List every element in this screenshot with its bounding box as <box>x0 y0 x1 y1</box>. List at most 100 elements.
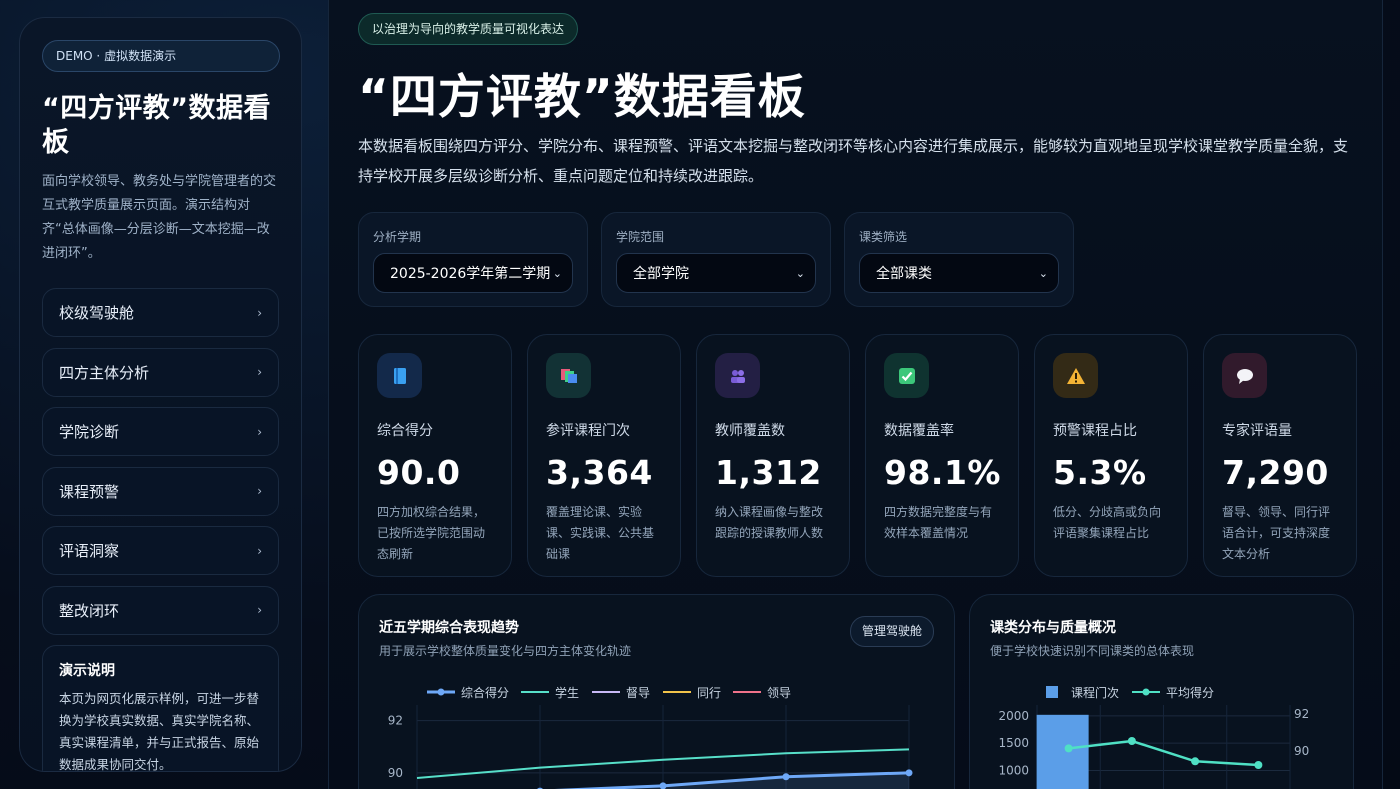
trend-chart-subtitle: 用于展示学校整体质量变化与四方主体变化轨迹 <box>379 644 632 658</box>
select-value: 2025-2026学年第二学期 <box>390 266 551 282</box>
kpi-value: 98.1% <box>884 453 1001 492</box>
chevron-down-icon: ⌄ <box>795 266 805 280</box>
college-select[interactable]: 全部学院 ⌄ <box>616 253 816 293</box>
sidebar-title: “四方评教”数据看板 <box>42 93 271 158</box>
book-icon <box>393 367 406 384</box>
y-left-tick-label: 2000 <box>998 709 1029 723</box>
legend-label: 平均得分 <box>1166 685 1214 700</box>
course-mix-subtitle: 便于学校快速识别不同课类的总体表现 <box>990 644 1195 658</box>
trend-y-axis: 92 90 <box>388 714 403 780</box>
kpi-value: 3,364 <box>546 453 653 492</box>
select-value: 全部课类 <box>876 266 932 282</box>
legend-label: 综合得分 <box>461 685 509 700</box>
mix-legend: 课程门次 平均得分 <box>1046 685 1214 700</box>
kpi-description: 纳入课程画像与整改跟踪的授课教师人数 <box>715 505 824 540</box>
kpi-card-data-coverage: 数据覆盖率 98.1% 四方数据完整度与有效样本覆盖情况 <box>865 334 1019 577</box>
nav-item-dashboard[interactable]: 校级驾驶舱 › <box>42 288 279 337</box>
data-point <box>1191 757 1200 766</box>
kpi-icon-box <box>715 353 760 398</box>
bar <box>1036 714 1089 789</box>
chevron-right-icon: › <box>257 603 262 617</box>
people-icon <box>730 369 745 383</box>
filter-course-type: 课类筛选 全部课类 ⌄ <box>844 212 1074 307</box>
kpi-description: 四方数据完整度与有效样本覆盖情况 <box>884 505 993 540</box>
chevron-right-icon: › <box>257 424 262 439</box>
filter-semester: 分析学期 2025-2026学年第二学期 ⌄ <box>358 212 588 307</box>
semester-select[interactable]: 2025-2026学年第二学期 ⌄ <box>373 253 573 293</box>
chevron-right-icon: › <box>257 543 262 558</box>
course-mix-card: 课类分布与质量概况 便于学校快速识别不同课类的总体表现 课程门次 平均得分 200… <box>969 594 1354 789</box>
chevron-right-icon: › <box>257 484 262 498</box>
kpi-icon-box <box>884 353 929 398</box>
y-tick-label: 90 <box>388 766 403 780</box>
data-point <box>659 782 667 789</box>
nav-item-label: 评语洞察 <box>59 542 120 560</box>
nav-item-four-party-analysis[interactable]: 四方主体分析 › <box>42 347 279 397</box>
warning-icon <box>1066 367 1085 384</box>
nav-item-label: 学院诊断 <box>59 423 120 441</box>
kpi-label: 数据覆盖率 <box>884 423 954 439</box>
tagline-badge: 以治理为导向的教学质量可视化表达 <box>358 13 579 45</box>
checkbox-icon <box>898 367 915 384</box>
nav-item-comment-insight[interactable]: 评语洞察 › <box>42 526 279 575</box>
kpi-icon-box <box>546 353 591 398</box>
legend-marker <box>1142 688 1150 696</box>
y-right-tick-label: 90 <box>1294 744 1309 758</box>
kpi-card-course-count: 参评课程门次 3,364 覆盖理论课、实验课、实践课、公共基础课 <box>527 334 681 577</box>
legend-swatch <box>1046 686 1058 698</box>
kpi-value: 90.0 <box>377 453 461 492</box>
kpi-label: 综合得分 <box>377 423 433 439</box>
legend-label: 学生 <box>555 685 579 700</box>
trend-chart-card: 近五学期综合表现趋势 用于展示学校整体质量变化与四方主体变化轨迹 管理驾驶舱 综… <box>358 594 955 789</box>
data-point <box>905 769 913 777</box>
chevron-down-icon: ⌄ <box>552 266 562 280</box>
data-point <box>1127 737 1136 745</box>
trend-chart-title: 近五学期综合表现趋势 <box>379 620 519 636</box>
kpi-card-composite-score: 综合得分 90.0 四方加权综合结果，已按所选学院范围动态刷新 <box>358 334 512 577</box>
page-title: “四方评教”数据看板 <box>358 70 806 125</box>
filter-bar: 分析学期 2025-2026学年第二学期 ⌄ 学院范围 全部学院 ⌄ 课类筛选 … <box>358 212 1074 307</box>
kpi-icon-box <box>1053 353 1098 398</box>
legend-marker <box>437 688 445 696</box>
trend-chart: 综合得分 学生 督导 同行 领导 92 90 <box>388 685 913 789</box>
stacked-books-icon <box>560 368 577 383</box>
data-point <box>782 773 790 781</box>
nav-item-label: 课程预警 <box>59 482 120 501</box>
nav-item-course-warning[interactable]: 课程预警 › <box>42 466 279 516</box>
kpi-icon-box <box>377 353 422 398</box>
filter-label: 学院范围 <box>616 230 665 244</box>
demo-note: 演示说明 本页为网页化展示样例，可进一步替换为学校真实数据、真实学院名称、真实课… <box>42 645 279 772</box>
nav-item-rectification-loop[interactable]: 整改闭环 › <box>42 585 279 635</box>
sidebar-description: 面向学校领导、教务处与学院管理者的交互式教学质量展示页面。演示结构对齐“总体画像… <box>42 174 277 261</box>
kpi-label: 预警课程占比 <box>1053 423 1137 439</box>
kpi-label: 参评课程门次 <box>546 423 630 439</box>
y-tick-label: 92 <box>388 714 403 728</box>
kpi-description: 覆盖理论课、实验课、实践课、公共基础课 <box>546 505 655 561</box>
kpi-row: 综合得分 90.0 四方加权综合结果，已按所选学院范围动态刷新 参评课程门次 3… <box>358 334 1357 577</box>
kpi-value: 5.3% <box>1053 453 1147 492</box>
demo-note-body: 本页为网页化展示样例，可进一步替换为学校真实数据、真实学院名称、真实课程清单，并… <box>59 691 260 772</box>
kpi-description: 督导、领导、同行评语合计，可支持深度文本分析 <box>1222 505 1331 561</box>
legend-label: 同行 <box>697 686 721 700</box>
course-mix-chart: 课程门次 平均得分 2000 1500 1000 92 90 <box>998 685 1309 789</box>
demo-badge: DEMO · 虚拟数据演示 <box>42 40 280 72</box>
kpi-value: 7,290 <box>1222 453 1329 492</box>
dashboard-button[interactable]: 管理驾驶舱 <box>849 616 934 647</box>
course-type-select[interactable]: 全部课类 ⌄ <box>859 253 1059 293</box>
nav-item-label: 校级驾驶舱 <box>59 304 135 322</box>
kpi-card-expert-comments: 专家评语量 7,290 督导、领导、同行评语合计，可支持深度文本分析 <box>1203 334 1357 577</box>
filter-label: 分析学期 <box>373 230 422 244</box>
kpi-description: 低分、分歧高或负向评语聚集课程占比 <box>1053 505 1162 540</box>
legend-label: 督导 <box>626 685 650 700</box>
filter-label: 课类筛选 <box>859 230 908 244</box>
legend-label: 领导 <box>767 686 791 700</box>
course-mix-title: 课类分布与质量概况 <box>990 620 1116 636</box>
kpi-label: 教师覆盖数 <box>715 423 785 439</box>
sidebar-nav: 校级驾驶舱 › 四方主体分析 › 学院诊断 › 课程预警 › 评语洞察 › 整改… <box>42 288 279 635</box>
kpi-value: 1,312 <box>715 453 822 492</box>
nav-item-label: 四方主体分析 <box>59 363 150 382</box>
y-left-tick-label: 1500 <box>998 736 1029 750</box>
nav-item-label: 整改闭环 <box>59 601 120 620</box>
nav-item-college-diagnosis[interactable]: 学院诊断 › <box>42 407 279 456</box>
select-value: 全部学院 <box>633 266 689 282</box>
